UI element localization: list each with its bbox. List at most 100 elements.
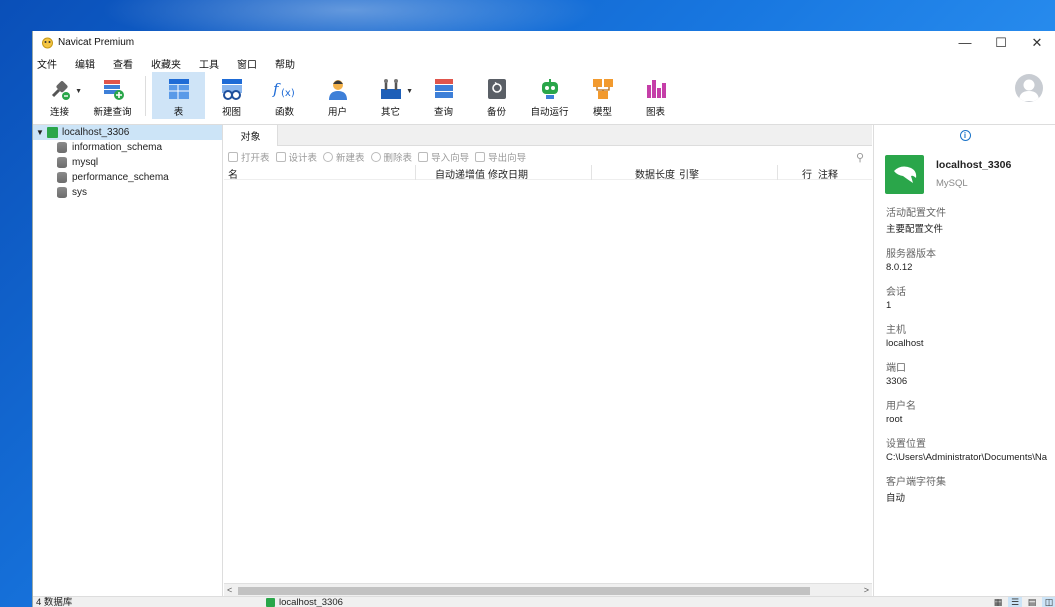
- query-button[interactable]: 查询: [417, 72, 470, 119]
- view-button[interactable]: 视图: [205, 72, 258, 119]
- menu-window[interactable]: 窗口: [237, 56, 265, 71]
- other-dropdown-icon[interactable]: ▼: [406, 88, 413, 95]
- user-button[interactable]: 用户: [311, 72, 364, 119]
- property-value: C:\Users\Administrator\Documents\Na: [886, 452, 1048, 463]
- scroll-right-icon[interactable]: >: [864, 585, 869, 595]
- menu-edit[interactable]: 编辑: [75, 56, 103, 71]
- scroll-left-icon[interactable]: <: [227, 585, 232, 595]
- delete-table-label: 删除表: [383, 153, 413, 164]
- info-property: 主机 localhost: [886, 321, 1055, 349]
- database-icon: [57, 142, 67, 153]
- chevron-down-icon[interactable]: ▼: [35, 128, 45, 137]
- tree-db-mysql[interactable]: mysql: [33, 155, 222, 170]
- connect-button[interactable]: 连接 ▼: [33, 72, 86, 119]
- function-icon: f (x): [272, 80, 295, 99]
- desktop-background: [0, 0, 1055, 50]
- info-property: 端口 3306: [886, 359, 1055, 387]
- object-list-header: 名 自动递增值 修改日期 数据长度 引擎 行 注释: [224, 165, 872, 181]
- mysql-connection-icon: [47, 127, 58, 138]
- chart-label: 图表: [645, 107, 665, 118]
- table-button[interactable]: 表: [152, 72, 205, 119]
- new-query-button[interactable]: 新建查询: [86, 72, 139, 119]
- column-auto-increment[interactable]: 自动递增值: [435, 166, 485, 181]
- svg-text:(x): (x): [281, 88, 295, 99]
- property-value: localhost: [886, 338, 924, 349]
- database-icon: [57, 187, 67, 198]
- chart-button[interactable]: 图表: [629, 72, 682, 119]
- search-icon[interactable]: ⚲: [856, 151, 864, 164]
- tree-connection-localhost[interactable]: ▼ localhost_3306: [33, 125, 222, 140]
- maximize-button[interactable]: ☐: [983, 31, 1019, 54]
- other-label: 其它: [380, 107, 400, 118]
- tree-db-information-schema[interactable]: information_schema: [33, 140, 222, 155]
- column-name[interactable]: 名: [228, 166, 238, 181]
- object-toolbar: 打开表 设计表 新建表 删除表 导入向导 导出向导 ⚲: [224, 149, 872, 165]
- status-database-count: 4 数据库: [36, 597, 73, 607]
- menu-help[interactable]: 帮助: [275, 56, 303, 71]
- model-button[interactable]: 模型: [576, 72, 629, 119]
- close-button[interactable]: ✕: [1019, 31, 1055, 54]
- property-key: 设置位置: [886, 439, 926, 450]
- export-wizard-label: 导出向导: [488, 153, 527, 164]
- new-table-button[interactable]: 新建表: [323, 150, 365, 164]
- open-table-label: 打开表: [241, 153, 270, 164]
- function-button[interactable]: f (x) 函数: [258, 72, 311, 119]
- function-label: 函数: [274, 107, 294, 118]
- design-table-button[interactable]: 设计表: [275, 150, 318, 164]
- column-rows[interactable]: 行: [802, 166, 812, 181]
- list-view-icon[interactable]: ☰: [1008, 597, 1022, 607]
- minimize-button[interactable]: —: [947, 31, 983, 54]
- connect-dropdown-icon[interactable]: ▼: [75, 88, 82, 95]
- tab-strip: 对象: [224, 125, 872, 146]
- property-key: 用户名: [886, 401, 916, 412]
- view-mode-switcher: ▦ ☰ ▤ ◫: [988, 597, 1055, 607]
- design-table-label: 设计表: [288, 153, 318, 164]
- backup-label: 备份: [486, 107, 506, 118]
- other-icon: [380, 79, 401, 99]
- info-icon[interactable]: i: [959, 129, 971, 141]
- backup-button[interactable]: 备份: [470, 72, 523, 119]
- column-comment[interactable]: 注释: [818, 166, 838, 181]
- info-connection-name: localhost_3306: [936, 159, 1012, 171]
- model-icon: [592, 79, 613, 99]
- connect-label: 连接: [49, 107, 69, 118]
- connect-icon: [51, 81, 70, 100]
- table-icon: [168, 79, 189, 99]
- view-icon: [221, 79, 242, 100]
- scrollbar-thumb[interactable]: [238, 587, 810, 595]
- status-bar: 4 数据库 localhost_3306 ▦ ☰ ▤ ◫: [33, 596, 1055, 607]
- column-data-length[interactable]: 数据长度: [635, 166, 675, 181]
- info-property: 活动配置文件 主要配置文件: [886, 204, 1055, 235]
- horizontal-scrollbar[interactable]: < >: [224, 583, 872, 597]
- database-name: information_schema: [72, 142, 163, 153]
- automation-icon: [541, 79, 558, 99]
- column-engine[interactable]: 引擎: [679, 166, 699, 181]
- import-wizard-button[interactable]: 导入向导: [418, 150, 469, 164]
- property-value: root: [886, 414, 903, 425]
- mysql-dolphin-icon: [885, 155, 924, 194]
- grid-view-icon[interactable]: ▦: [991, 597, 1005, 607]
- delete-table-button[interactable]: 删除表: [370, 150, 413, 164]
- info-property: 客户端字符集 自动: [886, 473, 1055, 504]
- menu-tools[interactable]: 工具: [199, 56, 227, 71]
- tab-objects[interactable]: 对象: [224, 125, 278, 146]
- new-query-icon: [103, 80, 124, 100]
- open-table-button[interactable]: 打开表: [228, 150, 270, 164]
- user-avatar[interactable]: [1015, 74, 1043, 102]
- menu-file[interactable]: 文件: [37, 56, 65, 71]
- tree-db-performance-schema[interactable]: performance_schema: [33, 170, 222, 185]
- export-wizard-button[interactable]: 导出向导: [475, 150, 526, 164]
- menu-favorites[interactable]: 收藏夹: [151, 56, 189, 71]
- menu-view[interactable]: 查看: [113, 56, 141, 71]
- tree-db-sys[interactable]: sys: [33, 185, 222, 200]
- property-key: 活动配置文件: [886, 208, 946, 219]
- info-panel-toggle-icon[interactable]: ◫: [1042, 597, 1055, 607]
- model-label: 模型: [592, 107, 612, 118]
- detail-view-icon[interactable]: ▤: [1025, 597, 1039, 607]
- column-modified-date[interactable]: 修改日期: [488, 166, 528, 181]
- status-connection: localhost_3306: [264, 597, 343, 607]
- other-button[interactable]: 其它 ▼: [364, 72, 417, 119]
- automation-button[interactable]: 自动运行: [523, 72, 576, 119]
- user-icon: [328, 80, 347, 100]
- property-key: 端口: [886, 363, 906, 374]
